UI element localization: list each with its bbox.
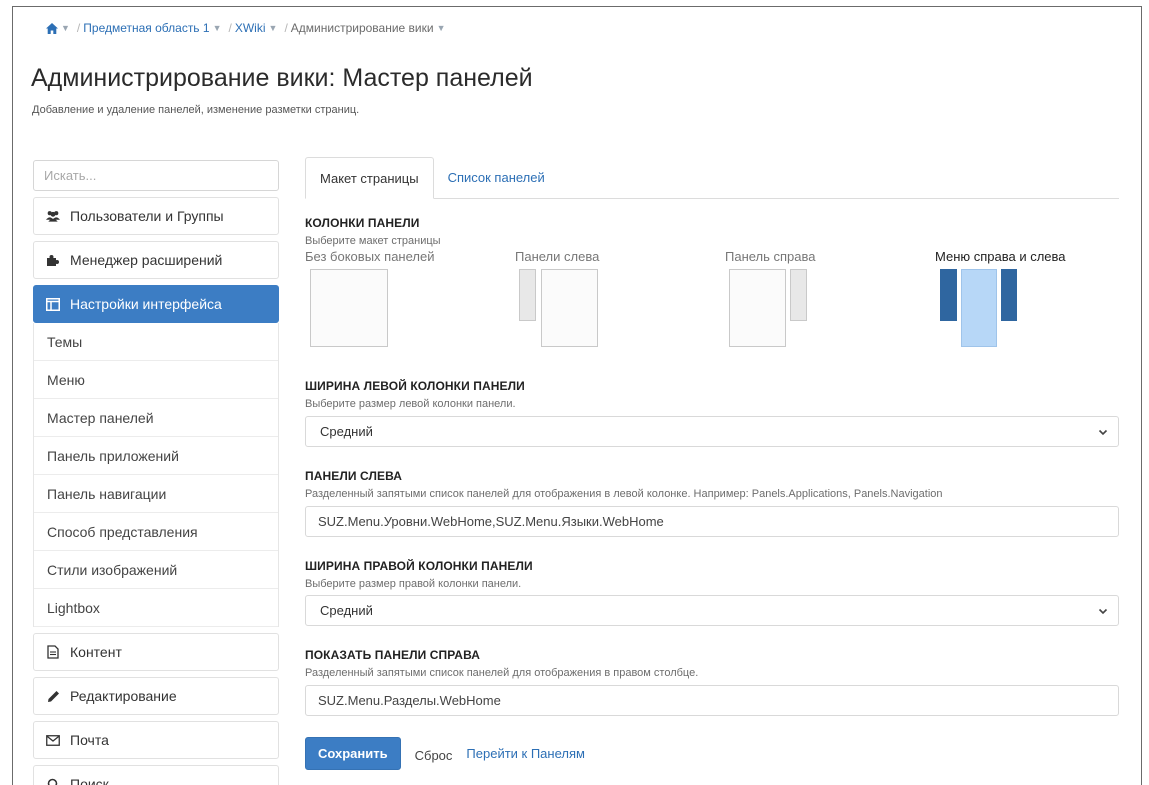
breadcrumb: ▼ / Предметная область 1 ▼ / XWiki ▼ / А… <box>46 21 450 35</box>
sidebar-item-mail[interactable]: Почта <box>33 721 279 759</box>
section-hint: Выберите размер левой колонки панели. <box>305 398 516 410</box>
tab-panel-list[interactable]: Список панелей <box>434 156 559 198</box>
chevron-down-icon <box>1098 429 1108 435</box>
layout-option-both-sides[interactable]: Меню справа и слева <box>935 249 1115 359</box>
users-icon <box>46 209 60 223</box>
sidebar-subitem-menu[interactable]: Меню <box>34 361 278 399</box>
section-hint: Разделенный запятыми список панелей для … <box>305 667 699 679</box>
sidebar-item-label: Пользователи и Группы <box>70 208 224 224</box>
sidebar-item-search[interactable]: Поиск <box>33 765 279 785</box>
select-value: Средний <box>320 603 373 618</box>
layout-preview-center <box>541 269 598 347</box>
sidebar-item-label: Менеджер расширений <box>70 252 223 268</box>
section-hint: Выберите макет страницы <box>305 235 441 247</box>
right-width-select[interactable]: Средний <box>305 595 1119 626</box>
page-title: Администрирование вики: Мастер панелей <box>31 64 533 92</box>
left-panels-input[interactable]: SUZ.Menu.Уровни.WebHome,SUZ.Menu.Языки.W… <box>305 506 1119 537</box>
section-title: ШИРИНА ЛЕВОЙ КОЛОНКИ ПАНЕЛИ <box>305 379 525 393</box>
layout-label: Панель справа <box>725 249 816 264</box>
breadcrumb-separator: / <box>284 21 288 35</box>
sidebar-item-label: Настройки интерфейса <box>70 296 222 312</box>
main-content: Макет страницы Список панелей КОЛОНКИ ПА… <box>305 157 1119 770</box>
chevron-down-icon[interactable]: ▼ <box>437 23 446 33</box>
layout-preview-center <box>961 269 997 347</box>
chevron-down-icon <box>1098 608 1108 614</box>
section-title: ПОКАЗАТЬ ПАНЕЛИ СПРАВА <box>305 648 481 662</box>
breadcrumb-item-subject-area[interactable]: Предметная область 1 <box>83 21 209 35</box>
sidebar-item-label: Почта <box>70 732 109 748</box>
chevron-down-icon[interactable]: ▼ <box>61 23 70 33</box>
layout-option-left-panels[interactable]: Панели слева <box>515 249 675 359</box>
right-panels-input[interactable]: SUZ.Menu.Разделы.WebHome <box>305 685 1119 716</box>
chevron-down-icon[interactable]: ▼ <box>269 23 278 33</box>
breadcrumb-item-current[interactable]: Администрирование вики <box>291 21 434 35</box>
sidebar-subitem-panel-wizard[interactable]: Мастер панелей <box>34 399 278 437</box>
layout-preview-center <box>729 269 786 347</box>
select-value: Средний <box>320 424 373 439</box>
layout-icon <box>46 297 60 311</box>
sidebar-subitem-presentation[interactable]: Способ представления <box>34 513 278 551</box>
layout-label: Панели слева <box>515 249 600 264</box>
left-width-section: ШИРИНА ЛЕВОЙ КОЛОНКИ ПАНЕЛИ Выберите раз… <box>305 379 1119 447</box>
puzzle-icon <box>46 253 60 267</box>
right-width-section: ШИРИНА ПРАВОЙ КОЛОНКИ ПАНЕЛИ Выберите ра… <box>305 559 1119 626</box>
goto-panels-link[interactable]: Перейти к Панелям <box>466 746 585 761</box>
section-title: КОЛОНКИ ПАНЕЛИ <box>305 216 420 230</box>
chevron-down-icon[interactable]: ▼ <box>213 23 222 33</box>
sidebar-subitem-image-styles[interactable]: Стили изображений <box>34 551 278 589</box>
page-subtitle: Добавление и удаление панелей, изменение… <box>32 104 360 116</box>
layout-preview-right <box>790 269 807 321</box>
form-actions: Сохранить Сброс Перейти к Панелям <box>305 737 1119 770</box>
document-icon <box>46 645 60 659</box>
section-title: ПАНЕЛИ СЛЕВА <box>305 469 403 483</box>
breadcrumb-separator: / <box>76 21 81 35</box>
breadcrumb-separator: / <box>228 21 232 35</box>
save-button[interactable]: Сохранить <box>305 737 401 770</box>
layout-option-no-side-panels[interactable]: Без боковых панелей <box>305 249 465 359</box>
admin-sidebar: Пользователи и Группы Менеджер расширени… <box>33 160 279 785</box>
envelope-icon <box>46 733 60 747</box>
tab-bar: Макет страницы Список панелей <box>305 157 1119 199</box>
pencil-icon <box>46 689 60 703</box>
sidebar-item-label: Поиск <box>70 776 109 785</box>
section-hint: Разделенный запятыми список панелей для … <box>305 488 943 500</box>
left-panels-section: ПАНЕЛИ СЛЕВА Разделенный запятыми список… <box>305 469 1119 537</box>
sidebar-subitem-themes[interactable]: Темы <box>34 323 278 361</box>
section-title: ШИРИНА ПРАВОЙ КОЛОНКИ ПАНЕЛИ <box>305 559 533 573</box>
sidebar-item-label: Редактирование <box>70 688 177 704</box>
sidebar-subitem-lightbox[interactable]: Lightbox <box>34 589 278 627</box>
left-width-select[interactable]: Средний <box>305 416 1119 447</box>
search-input[interactable] <box>33 160 279 191</box>
tab-page-layout[interactable]: Макет страницы <box>305 157 434 199</box>
sidebar-item-extension-manager[interactable]: Менеджер расширений <box>33 241 279 279</box>
layout-preview-left <box>940 269 957 321</box>
breadcrumb-item-xwiki[interactable]: XWiki <box>235 21 266 35</box>
sidebar-item-content[interactable]: Контент <box>33 633 279 671</box>
sidebar-subitem-applications-panel[interactable]: Панель приложений <box>34 437 278 475</box>
layout-preview-left <box>519 269 536 321</box>
layout-label: Меню справа и слева <box>935 249 1066 264</box>
sidebar-item-label: Контент <box>70 644 122 660</box>
sidebar-item-editing[interactable]: Редактирование <box>33 677 279 715</box>
search-icon <box>46 777 60 785</box>
right-panels-section: ПОКАЗАТЬ ПАНЕЛИ СПРАВА Разделенный запят… <box>305 648 1119 716</box>
layout-options: Без боковых панелей Панели слева Панель … <box>305 249 1119 359</box>
sidebar-item-interface-settings[interactable]: Настройки интерфейса <box>33 285 279 323</box>
sidebar-subitem-navigation-panel[interactable]: Панель навигации <box>34 475 278 513</box>
layout-preview-center <box>310 269 388 347</box>
section-hint: Выберите размер правой колонки панели. <box>305 578 522 590</box>
layout-option-right-panel[interactable]: Панель справа <box>725 249 885 359</box>
columns-section: КОЛОНКИ ПАНЕЛИ Выберите макет страницы Б… <box>305 216 1119 359</box>
reset-button[interactable]: Сброс <box>415 748 453 763</box>
home-icon[interactable] <box>46 22 58 34</box>
layout-label: Без боковых панелей <box>305 249 435 264</box>
sidebar-item-users-groups[interactable]: Пользователи и Группы <box>33 197 279 235</box>
layout-preview-right <box>1001 269 1017 321</box>
sidebar-subitems: Темы Меню Мастер панелей Панель приложен… <box>33 323 279 627</box>
